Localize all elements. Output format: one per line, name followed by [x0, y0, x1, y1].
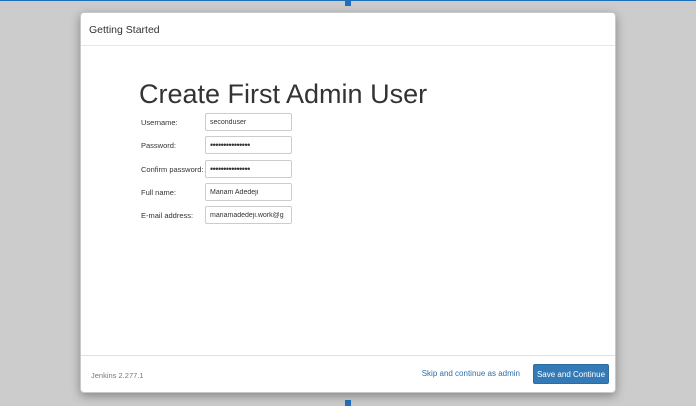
password-field[interactable] [205, 136, 292, 154]
resize-handle-bottom[interactable] [345, 400, 351, 406]
password-label: Password: [141, 141, 177, 150]
full-name-field[interactable] [205, 183, 292, 201]
full-name-label: Full name: [141, 188, 177, 197]
confirm-password-field[interactable] [205, 160, 292, 178]
version-label: Jenkins 2.277.1 [91, 371, 144, 380]
dialog-header-title: Getting Started [89, 24, 160, 36]
skip-and-continue-link[interactable]: Skip and continue as admin [422, 369, 520, 378]
username-label: Username: [141, 118, 178, 127]
email-label: E-mail address: [141, 211, 194, 220]
page-title: Create First Admin User [139, 79, 428, 109]
username-field[interactable] [205, 113, 292, 131]
confirm-password-label: Confirm password: [141, 165, 204, 174]
dialog-header: Getting Started [81, 13, 615, 46]
save-and-continue-button[interactable]: Save and Continue [533, 364, 609, 384]
resize-handle-top[interactable] [345, 0, 351, 6]
email-field[interactable] [205, 206, 292, 224]
setup-wizard-dialog: Getting Started Create First Admin User … [80, 12, 616, 393]
dialog-footer: Jenkins 2.277.1 Skip and continue as adm… [81, 355, 615, 392]
